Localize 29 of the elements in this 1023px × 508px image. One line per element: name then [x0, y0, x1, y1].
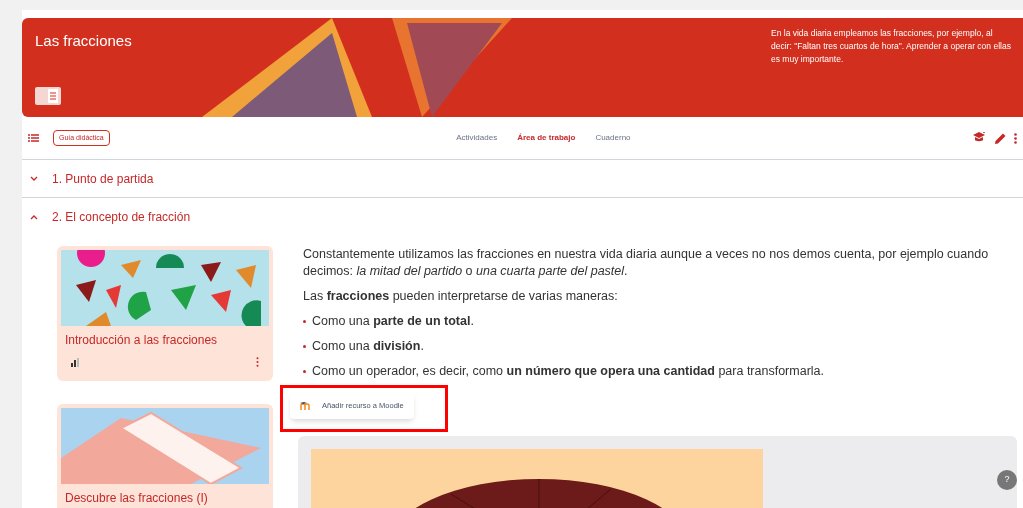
- level-bars-icon: [71, 357, 80, 367]
- chevron-down-icon: [30, 176, 38, 181]
- bullet-icon: [303, 370, 306, 373]
- nav-tab[interactable]: Cuaderno: [595, 132, 631, 144]
- chevron-up-icon: [30, 214, 38, 220]
- section-title: 1. Punto de partida: [52, 170, 154, 188]
- bullet-text: Como un operador, es decir, como un número que opera una cantidad para transformarla.: [312, 363, 824, 380]
- pencil-icon[interactable]: [995, 132, 1006, 144]
- section-header[interactable]: 1. Punto de partida: [22, 160, 1023, 198]
- resource-card[interactable]: Introducción a las fracciones: [57, 246, 273, 381]
- resource-card[interactable]: Descubre las fracciones (I): [57, 404, 273, 508]
- bullet-text: Como una parte de un total.: [312, 313, 474, 330]
- banner-description: En la vida diaria empleamos las fracciones, por ejemplo, al decir: "Faltan tres cuartos de hora". Aprender a operar con ellas es muy importante.: [771, 27, 1011, 66]
- nav-tab[interactable]: Área de trabajo: [517, 132, 576, 144]
- card-title[interactable]: Descubre las fracciones (I): [61, 491, 269, 505]
- paragraph: Constantemente utilizamos las fracciones en nuestra vida diaria aunque a veces no nos demos cuenta, por ejemplo cuando decimos: la mitad del partido o una cuarta parte del pastel.: [303, 246, 990, 280]
- list-icon[interactable]: [28, 134, 39, 142]
- bullet-icon: [303, 320, 306, 323]
- section-header[interactable]: 2. El concepto de fracción: [22, 198, 1023, 236]
- paragraph: Las fracciones pueden interpretarse de varias maneras:: [303, 288, 619, 305]
- bullet-icon: [303, 345, 306, 348]
- section-title: 2. El concepto de fracción: [52, 209, 191, 226]
- banner-title: Las fracciones: [35, 31, 133, 51]
- more-icon[interactable]: [256, 357, 259, 367]
- card-title[interactable]: Introducción a las fracciones: [61, 333, 269, 347]
- more-icon[interactable]: [1014, 132, 1017, 144]
- moodle-logo-icon: [300, 401, 312, 410]
- bullet-text: Como una división.: [312, 338, 424, 355]
- nav-tab[interactable]: Actividades: [456, 132, 498, 144]
